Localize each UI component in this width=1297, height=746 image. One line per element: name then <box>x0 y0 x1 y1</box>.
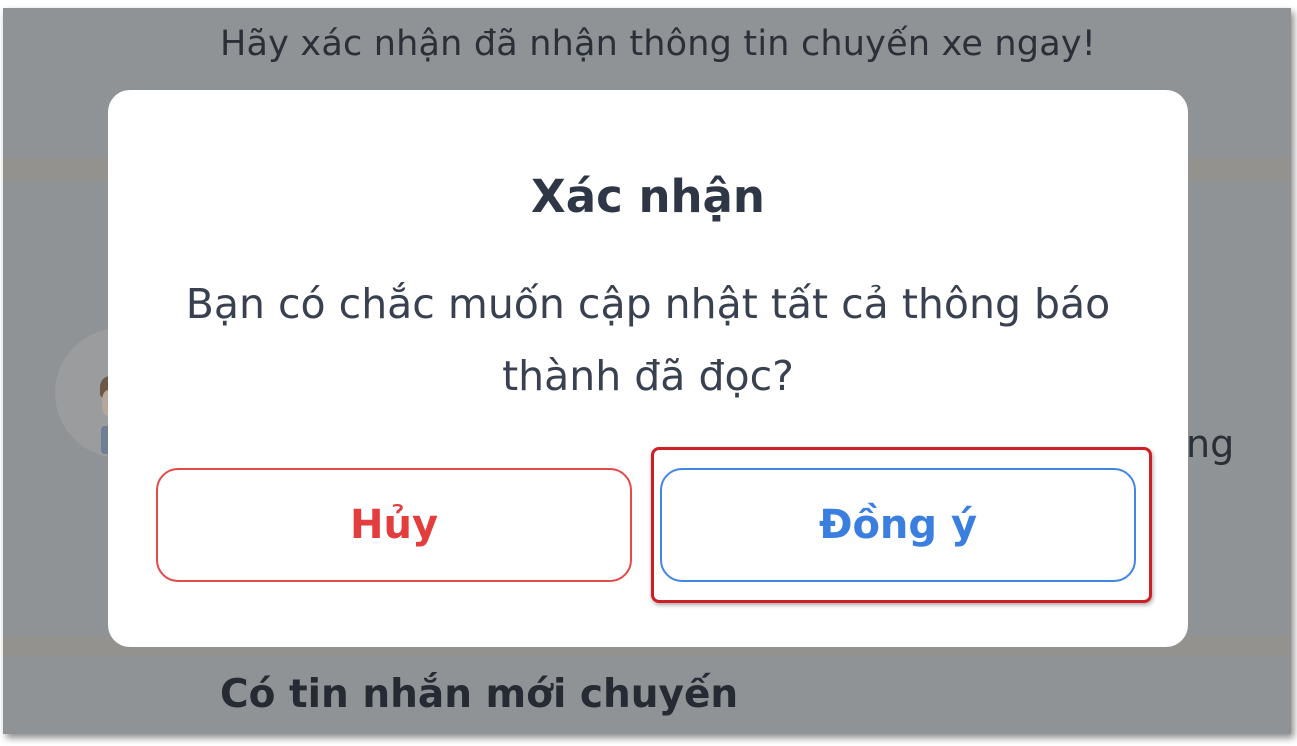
confirm-button[interactable]: Đồng ý <box>660 468 1136 582</box>
dialog-message: Bạn có chắc muốn cập nhật tất cả thông b… <box>185 280 1111 400</box>
background-notification-text: Hãy xác nhận đã nhận thông tin chuyến xe… <box>220 24 1097 64</box>
background-partial-text: ng <box>1186 422 1235 466</box>
cancel-button[interactable]: Hủy <box>156 468 632 582</box>
dialog-title: Xác nhận <box>531 170 765 223</box>
app-screen: Hãy xác nhận đã nhận thông tin chuyến xe… <box>3 8 1291 734</box>
background-notification-title: Có tin nhắn mới chuyến <box>220 672 739 717</box>
confirm-dialog: Xác nhận Bạn có chắc muốn cập nhật tất c… <box>108 90 1188 647</box>
